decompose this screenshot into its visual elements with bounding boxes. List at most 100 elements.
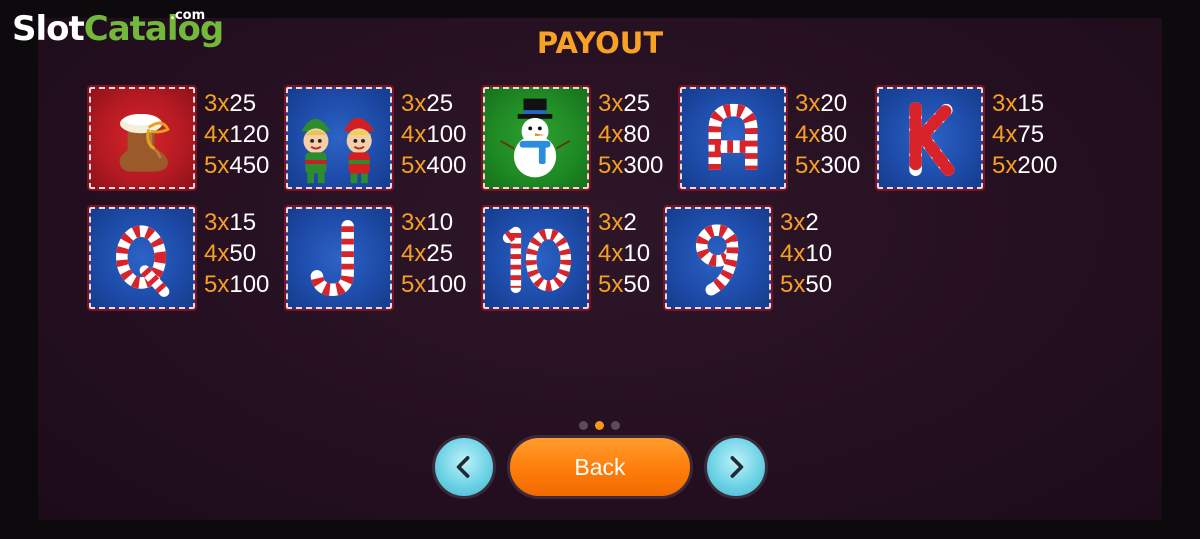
- payout-multiplier: 4x: [204, 121, 230, 148]
- payout-line: 3x20: [795, 88, 860, 119]
- payout-multiplier: 5x: [401, 271, 427, 298]
- boot-symbol: [87, 85, 197, 191]
- payout-multiplier: 4x: [598, 240, 624, 267]
- payout-line: 3x15: [992, 88, 1057, 119]
- payout-line: 4x80: [795, 119, 860, 150]
- payout-multiplier: 3x: [598, 209, 624, 236]
- nine-payouts: 3x2 4x10 5x50: [780, 207, 832, 300]
- payout-line: 4x50: [204, 238, 269, 269]
- boot-payouts: 3x25 4x120 5x450: [204, 88, 269, 181]
- payout-line: 4x25: [401, 238, 466, 269]
- page-title: PAYOUT: [536, 26, 664, 60]
- payout-value: 20: [820, 90, 848, 117]
- payout-line: 4x80: [598, 119, 663, 150]
- payout-multiplier: 3x: [795, 90, 821, 117]
- back-button[interactable]: Back: [507, 435, 693, 499]
- payout-line: 4x10: [780, 238, 832, 269]
- payout-value: 120: [229, 121, 270, 148]
- payout-value: 300: [623, 152, 664, 179]
- payout-multiplier: 3x: [401, 209, 427, 236]
- payout-multiplier: 3x: [401, 90, 427, 117]
- payout-multiplier: 5x: [795, 152, 821, 179]
- ten-payouts: 3x2 4x10 5x50: [598, 207, 650, 300]
- payout-line: 4x75: [992, 119, 1057, 150]
- payout-value: 75: [1017, 121, 1045, 148]
- payout-value: 10: [426, 209, 454, 236]
- snowman-symbol: [481, 85, 591, 191]
- payout-value: 50: [229, 240, 257, 267]
- q-payouts: 3x15 4x50 5x100: [204, 207, 269, 300]
- j-symbol: [284, 205, 394, 311]
- payout-line: 5x200: [992, 150, 1057, 181]
- payout-multiplier: 4x: [401, 240, 427, 267]
- payout-value: 100: [426, 121, 467, 148]
- ten-symbol: [481, 205, 591, 311]
- a-symbol: [678, 85, 788, 191]
- payout-line: 4x120: [204, 119, 269, 150]
- payout-value: 80: [623, 121, 651, 148]
- payout-value: 25: [426, 240, 454, 267]
- payout-multiplier: 5x: [401, 152, 427, 179]
- payout-multiplier: 4x: [598, 121, 624, 148]
- payout-multiplier: 5x: [598, 271, 624, 298]
- payout-value: 80: [820, 121, 848, 148]
- payout-line: 3x15: [204, 207, 269, 238]
- payout-line: 5x300: [598, 150, 663, 181]
- payout-value: 2: [623, 209, 637, 236]
- previous-page-button[interactable]: [432, 435, 496, 499]
- payout-multiplier: 5x: [598, 152, 624, 179]
- payout-multiplier: 4x: [780, 240, 806, 267]
- payout-multiplier: 4x: [795, 121, 821, 148]
- payout-multiplier: 3x: [598, 90, 624, 117]
- payout-value: 450: [229, 152, 270, 179]
- next-page-button[interactable]: [704, 435, 768, 499]
- payout-line: 3x10: [401, 207, 466, 238]
- nine-symbol: [663, 205, 773, 311]
- payout-multiplier: 5x: [992, 152, 1018, 179]
- payout-line: 5x100: [401, 269, 466, 300]
- snowman-icon: [499, 98, 571, 178]
- q-symbol: [87, 205, 197, 311]
- candy-number-9-icon: [695, 224, 739, 296]
- k-symbol: [875, 85, 985, 191]
- candy-letter-k-icon: [909, 101, 955, 176]
- page-dot[interactable]: [579, 421, 588, 430]
- snowman-payouts: 3x25 4x80 5x300: [598, 88, 663, 181]
- payout-value: 100: [229, 271, 270, 298]
- payout-line: 3x2: [598, 207, 650, 238]
- boot-icon: [119, 113, 170, 172]
- payout-multiplier: 4x: [992, 121, 1018, 148]
- payout-line: 5x300: [795, 150, 860, 181]
- payout-value: 50: [623, 271, 651, 298]
- payout-multiplier: 3x: [204, 90, 230, 117]
- payout-line: 5x100: [204, 269, 269, 300]
- payout-value: 400: [426, 152, 467, 179]
- payout-multiplier: 5x: [780, 271, 806, 298]
- elves-symbol: [284, 85, 394, 191]
- payout-multiplier: 4x: [204, 240, 230, 267]
- payout-value: 15: [1017, 90, 1045, 117]
- elves-payouts: 3x25 4x100 5x400: [401, 88, 466, 181]
- payout-multiplier: 3x: [204, 209, 230, 236]
- candy-number-10-icon: [502, 221, 572, 294]
- payout-line: 5x50: [598, 269, 650, 300]
- candy-letter-a-icon: [708, 103, 758, 170]
- page-dot[interactable]: [611, 421, 620, 430]
- payout-line: 5x450: [204, 150, 269, 181]
- payout-multiplier: 5x: [204, 152, 230, 179]
- payout-line: 5x400: [401, 150, 466, 181]
- page-dot-active[interactable]: [595, 421, 604, 430]
- payout-value: 10: [623, 240, 651, 267]
- payout-value: 25: [229, 90, 257, 117]
- payout-line: 4x100: [401, 119, 466, 150]
- payout-value: 25: [426, 90, 454, 117]
- payout-value: 200: [1017, 152, 1058, 179]
- payout-value: 100: [426, 271, 467, 298]
- a-payouts: 3x20 4x80 5x300: [795, 88, 860, 181]
- payout-line: 3x25: [401, 88, 466, 119]
- payout-multiplier: 3x: [992, 90, 1018, 117]
- payout-value: 25: [623, 90, 651, 117]
- elves-icon: [301, 117, 375, 184]
- k-payouts: 3x15 4x75 5x200: [992, 88, 1057, 181]
- payout-value: 10: [805, 240, 833, 267]
